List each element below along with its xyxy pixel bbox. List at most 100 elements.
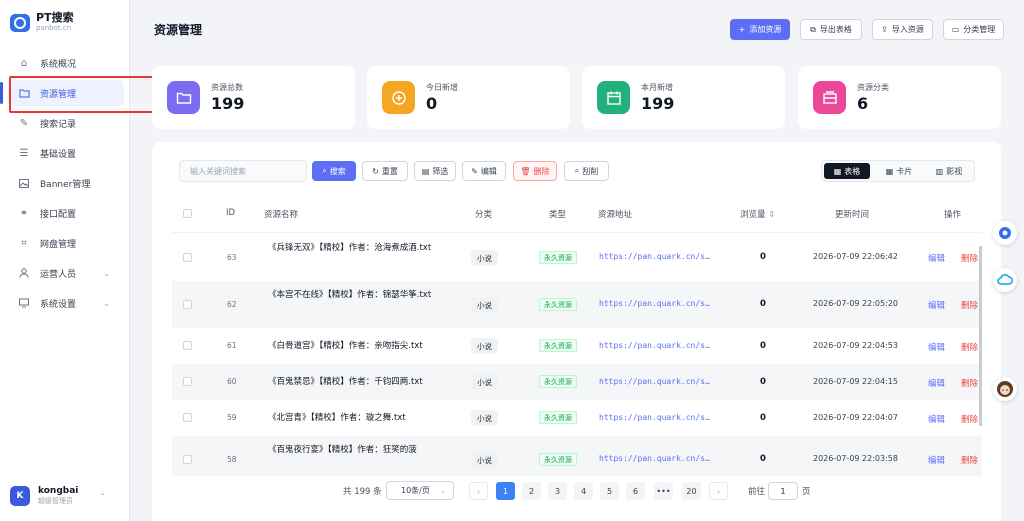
copy-icon: ⧉	[810, 24, 816, 34]
row-checkbox[interactable]	[183, 413, 192, 422]
row-delete-link[interactable]: 删除	[961, 454, 978, 466]
column-header-views[interactable]: 浏览量 ⇕	[740, 208, 775, 220]
row-delete-link[interactable]: 删除	[961, 299, 978, 311]
cloud-icon[interactable]	[993, 268, 1017, 292]
plus-circle-icon	[382, 81, 415, 114]
upload-icon: ⇪	[881, 25, 888, 34]
sort-icon: ⇕	[768, 210, 776, 220]
add-resource-button[interactable]: + 添加资源	[730, 19, 790, 40]
row-edit-link[interactable]: 编辑	[928, 252, 945, 264]
resource-url-link[interactable]: https://pan.quark.cn/s…	[599, 413, 710, 422]
category-tag: 小说	[471, 338, 498, 354]
row-edit-link[interactable]: 编辑	[928, 454, 945, 466]
row-checkbox[interactable]	[183, 300, 192, 309]
row-checkbox[interactable]	[183, 253, 192, 262]
sidebar-item-banner[interactable]: Banner管理	[8, 170, 124, 196]
category-tag: 小说	[471, 250, 498, 266]
goto-page-input[interactable]: 1	[768, 482, 798, 500]
page-button[interactable]: 3	[548, 482, 567, 500]
delete-button[interactable]: 🗑 删除	[513, 161, 557, 181]
column-header-name: 资源名称	[264, 210, 299, 220]
row-edit-link[interactable]: 编辑	[928, 341, 945, 353]
sidebar-item-search-records[interactable]: ✎ 搜索记录	[8, 110, 124, 136]
resource-url-link[interactable]: https://pan.quark.cn/s…	[599, 252, 710, 261]
crop-icon: ⌗	[21, 237, 27, 249]
type-tag: 永久资源	[539, 251, 577, 264]
resource-url-link[interactable]: https://pan.quark.cn/s…	[599, 341, 710, 350]
resource-url-link[interactable]: https://pan.quark.cn/s…	[599, 377, 710, 386]
resource-url-link[interactable]: https://pan.quark.cn/s…	[599, 299, 710, 308]
row-checkbox[interactable]	[183, 341, 192, 350]
stat-card-total: 资源总数 199	[152, 66, 355, 129]
row-delete-link[interactable]: 删除	[961, 413, 978, 425]
stat-card-categories: 资源分类 6	[798, 66, 1001, 129]
row-delete-link[interactable]: 删除	[961, 377, 978, 389]
page-button[interactable]: 20	[682, 482, 701, 500]
category-tag: 小说	[471, 452, 498, 468]
page-button[interactable]: 5	[600, 482, 619, 500]
row-checkbox[interactable]	[183, 377, 192, 386]
table-row: 63 《兵锋无双》【精校】作者：沧海煮成酒.txt 小说 永久资源 https:…	[172, 234, 982, 281]
row-delete-link[interactable]: 删除	[961, 341, 978, 353]
select-all-checkbox[interactable]	[183, 209, 192, 218]
sidebar-item-basic-settings[interactable]: ☰ 基础设置	[8, 140, 124, 166]
pen-icon: ✎	[471, 166, 478, 176]
sidebar-item-system-settings[interactable]: 系统设置 ⌄	[8, 290, 124, 316]
stat-card-month: 本月新增 199	[582, 66, 785, 129]
export-table-button[interactable]: ⧉ 导出表格	[800, 19, 862, 40]
row-name: 《白骨道宫》【精校】作者：亲吻指尖.txt	[268, 341, 423, 351]
row-edit-link[interactable]: 编辑	[928, 299, 945, 311]
sidebar-item-netdisk[interactable]: ⌗ 网盘管理	[8, 230, 124, 256]
page-button[interactable]: 6	[626, 482, 645, 500]
stat-value: 6	[857, 94, 869, 113]
next-page-button[interactable]: ›	[709, 482, 728, 500]
prev-page-button[interactable]: ‹	[469, 482, 488, 500]
view-card-tab[interactable]: ▦ 卡片	[876, 163, 922, 179]
page-ellipsis[interactable]: •••	[654, 482, 673, 500]
sidebar-item-api-config[interactable]: ⚭ 接口配置	[8, 200, 124, 226]
edit-button[interactable]: ✎ 编辑	[462, 161, 506, 181]
sidebar-item-resources[interactable]: 资源管理	[8, 80, 124, 106]
row-name: 《兵锋无双》【精校】作者：沧海煮成酒.txt	[268, 243, 432, 253]
import-resource-button[interactable]: ⇪ 导入资源	[872, 19, 933, 40]
monitor-icon	[18, 297, 30, 309]
view-gallery-tab[interactable]: ▥ 影视	[926, 163, 972, 179]
row-edit-link[interactable]: 编辑	[928, 377, 945, 389]
row-views: 0	[760, 377, 766, 387]
column-header-url: 资源地址	[598, 210, 633, 220]
row-edit-link[interactable]: 编辑	[928, 413, 945, 425]
page-size-select[interactable]: 10条/页 ⌄	[386, 481, 454, 500]
chat-bubble-icon[interactable]	[993, 221, 1017, 245]
table-scrollbar[interactable]	[979, 246, 982, 426]
home-icon: ⌂	[20, 57, 28, 69]
category-tag: 小说	[471, 374, 498, 390]
column-header-type: 类型	[549, 210, 567, 220]
filter-button[interactable]: ▤ 筛选	[414, 161, 456, 181]
row-checkbox[interactable]	[183, 455, 192, 464]
search-input[interactable]: 输入关键词搜索	[179, 160, 307, 182]
row-views: 0	[760, 299, 766, 309]
scrape-button[interactable]: ⌕ 刮削	[564, 161, 609, 181]
reset-button[interactable]: ↻ 重置	[362, 161, 408, 181]
brand-domain: panbot.cn	[36, 24, 72, 32]
sidebar-item-operators[interactable]: 运营人员 ⌄	[8, 260, 124, 286]
row-name: 《本宫不在线》【精校】作者：锦瑟华筝.txt	[268, 290, 432, 300]
row-delete-link[interactable]: 删除	[961, 252, 978, 264]
view-table-tab[interactable]: ▦ 表格	[824, 163, 870, 179]
page-button[interactable]: 2	[522, 482, 541, 500]
link-icon: ⚭	[19, 207, 29, 219]
page-button[interactable]: 1	[496, 482, 515, 500]
sidebar-item-overview[interactable]: ⌂ 系统概况	[8, 50, 124, 76]
type-tag: 永久资源	[539, 411, 577, 424]
resource-url-link[interactable]: https://pan.quark.cn/s…	[599, 454, 710, 463]
row-views: 0	[760, 252, 766, 262]
category-manage-button[interactable]: ▭ 分类管理	[943, 19, 1004, 40]
user-profile[interactable]: K kongbai 超级管理员 ⌃	[10, 486, 122, 506]
table-row: 60 《百鬼禁忌》【精校】作者：千钧四两.txt 小说 永久资源 https:/…	[172, 364, 982, 400]
brand[interactable]: PT搜索 panbot.cn	[10, 12, 74, 33]
type-tag: 永久资源	[539, 375, 577, 388]
page-button[interactable]: 4	[574, 482, 593, 500]
search-button[interactable]: ⌕ 搜索	[312, 161, 356, 181]
column-header-category: 分类	[475, 210, 493, 220]
assistant-avatar-icon[interactable]	[993, 377, 1017, 401]
